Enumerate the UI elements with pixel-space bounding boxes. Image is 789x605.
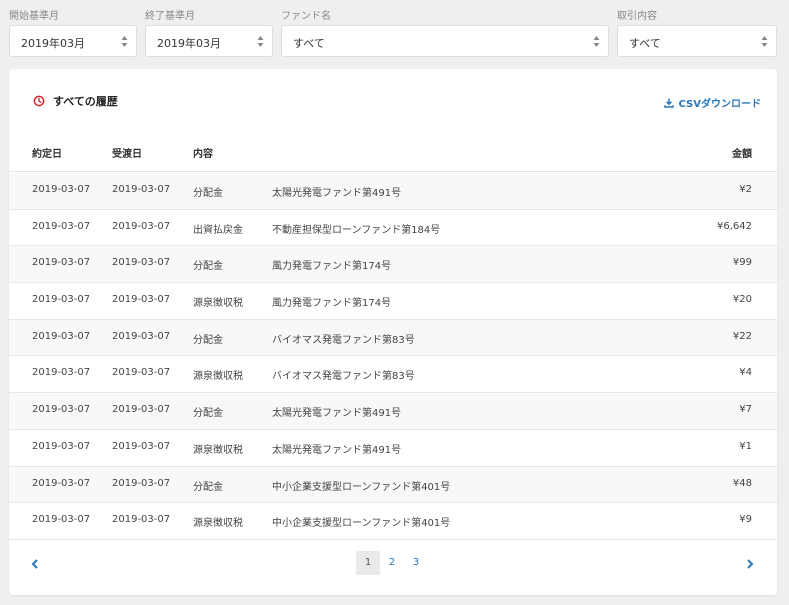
card-title: すべての履歴 <box>53 95 118 108</box>
cell-delivery-date: 2019-03-07 <box>112 257 171 269</box>
end-month-select[interactable]: 2019年03月 <box>145 25 273 57</box>
table-row: 2019-03-07 2019-03-07 源泉徴収税 太陽光発電ファンド第49… <box>9 429 777 467</box>
cell-fund: バイオマス発電ファンド第83号 <box>272 371 415 383</box>
start-month-label: 開始基準月 <box>9 11 59 22</box>
fund-name-select[interactable]: すべて <box>281 25 609 57</box>
cell-type: 源泉徴収税 <box>193 518 243 530</box>
cell-fund: 不動産担保型ローンファンド第184号 <box>272 224 441 236</box>
cell-type: 源泉徴収税 <box>193 371 243 383</box>
cell-type: 分配金 <box>193 261 223 273</box>
chevron-left-icon[interactable] <box>30 558 40 570</box>
table-body: 2019-03-07 2019-03-07 分配金 太陽光発電ファンド第491号… <box>9 173 777 540</box>
cell-fund: 太陽光発電ファンド第491号 <box>272 444 402 456</box>
end-month-value: 2019年03月 <box>157 37 221 50</box>
page-numbers: 1 2 3 <box>356 551 428 575</box>
table-row: 2019-03-07 2019-03-07 源泉徴収税 風力発電ファンド第174… <box>9 283 777 320</box>
header-contract-date: 約定日 <box>32 149 62 160</box>
table-row: 2019-03-07 2019-03-07 分配金 バイオマス発電ファンド第83… <box>9 319 777 357</box>
cell-delivery-date: 2019-03-07 <box>112 184 171 195</box>
cell-delivery-date: 2019-03-07 <box>112 220 171 232</box>
cell-contract-date: 2019-03-07 <box>32 440 91 452</box>
table-row: 2019-03-07 2019-03-07 分配金 太陽光発電ファンド第491号… <box>9 393 777 430</box>
cell-contract-date: 2019-03-07 <box>32 330 91 342</box>
fund-name-value: すべて <box>293 37 325 50</box>
header-amount: 金額 <box>732 149 752 160</box>
sort-arrows-icon <box>257 36 264 47</box>
cell-fund: 風力発電ファンド第174号 <box>272 298 392 310</box>
cell-type: 分配金 <box>193 481 223 493</box>
table-header: 約定日 受渡日 内容 金額 <box>9 135 777 172</box>
header-delivery-date: 受渡日 <box>112 149 142 160</box>
sort-arrows-icon <box>761 36 768 47</box>
cell-contract-date: 2019-03-07 <box>32 477 91 489</box>
cell-contract-date: 2019-03-07 <box>32 257 91 269</box>
cell-type: 源泉徴収税 <box>193 444 243 456</box>
cell-amount: ¥9 <box>739 514 752 526</box>
sort-arrows-icon <box>593 36 600 47</box>
cell-delivery-date: 2019-03-07 <box>112 404 171 416</box>
page-2[interactable]: 2 <box>380 551 404 575</box>
transaction-type-value: すべて <box>629 37 661 50</box>
table-row: 2019-03-07 2019-03-07 出資払戻金 不動産担保型ローンファン… <box>9 209 777 247</box>
clock-icon <box>33 95 45 107</box>
cell-fund: 風力発電ファンド第174号 <box>272 261 392 273</box>
cell-delivery-date: 2019-03-07 <box>112 294 171 306</box>
cell-amount: ¥4 <box>739 367 752 379</box>
cell-delivery-date: 2019-03-07 <box>112 367 171 379</box>
cell-fund: 太陽光発電ファンド第491号 <box>272 188 402 199</box>
cell-contract-date: 2019-03-07 <box>32 514 91 526</box>
page-3[interactable]: 3 <box>404 551 428 575</box>
csv-download-button[interactable]: CSVダウンロード <box>663 95 761 110</box>
cell-fund: 太陽光発電ファンド第491号 <box>272 408 402 420</box>
transaction-type-select[interactable]: すべて <box>617 25 777 57</box>
cell-type: 分配金 <box>193 188 223 199</box>
chevron-right-icon[interactable] <box>745 558 755 570</box>
csv-download-label: CSVダウンロード <box>678 99 761 110</box>
cell-amount: ¥6,642 <box>717 220 752 232</box>
cell-amount: ¥1 <box>739 440 752 452</box>
cell-fund: 中小企業支援型ローンファンド第401号 <box>272 518 451 530</box>
history-card: すべての履歴 CSVダウンロード 約定日 受渡日 内容 金額 2019-03-0… <box>9 69 777 595</box>
cell-fund: バイオマス発電ファンド第83号 <box>272 334 415 346</box>
cell-amount: ¥48 <box>732 477 752 489</box>
cell-delivery-date: 2019-03-07 <box>112 514 171 526</box>
cell-amount: ¥22 <box>732 330 752 342</box>
cell-amount: ¥99 <box>732 257 752 269</box>
cell-amount: ¥2 <box>739 184 752 195</box>
cell-type: 分配金 <box>193 334 223 346</box>
cell-delivery-date: 2019-03-07 <box>112 440 171 452</box>
cell-contract-date: 2019-03-07 <box>32 294 91 306</box>
table-row: 2019-03-07 2019-03-07 分配金 中小企業支援型ローンファンド… <box>9 466 777 504</box>
table-row: 2019-03-07 2019-03-07 源泉徴収税 中小企業支援型ローンファ… <box>9 503 777 540</box>
header-type: 内容 <box>193 149 213 160</box>
end-month-label: 終了基準月 <box>145 11 195 22</box>
cell-contract-date: 2019-03-07 <box>32 404 91 416</box>
cell-delivery-date: 2019-03-07 <box>112 477 171 489</box>
cell-contract-date: 2019-03-07 <box>32 220 91 232</box>
download-icon <box>663 98 674 108</box>
sort-arrows-icon <box>121 36 128 47</box>
table-row: 2019-03-07 2019-03-07 分配金 太陽光発電ファンド第491号… <box>9 173 777 210</box>
cell-fund: 中小企業支援型ローンファンド第401号 <box>272 481 451 493</box>
cell-type: 源泉徴収税 <box>193 298 243 310</box>
cell-delivery-date: 2019-03-07 <box>112 330 171 342</box>
start-month-select[interactable]: 2019年03月 <box>9 25 137 57</box>
cell-type: 出資払戻金 <box>193 224 243 236</box>
table-row: 2019-03-07 2019-03-07 源泉徴収税 バイオマス発電ファンド第… <box>9 356 777 394</box>
transaction-type-label: 取引内容 <box>617 11 657 22</box>
cell-contract-date: 2019-03-07 <box>32 184 91 195</box>
table-row: 2019-03-07 2019-03-07 分配金 風力発電ファンド第174号 … <box>9 246 777 284</box>
cell-contract-date: 2019-03-07 <box>32 367 91 379</box>
page-1[interactable]: 1 <box>356 551 380 575</box>
card-header: すべての履歴 <box>33 94 118 108</box>
start-month-value: 2019年03月 <box>21 37 85 50</box>
fund-name-label: ファンド名 <box>281 11 331 22</box>
cell-amount: ¥7 <box>739 404 752 416</box>
cell-amount: ¥20 <box>732 294 752 306</box>
filter-bar: 開始基準月 2019年03月 終了基準月 2019年03月 ファンド名 すべて … <box>0 0 789 64</box>
pagination: 1 2 3 <box>9 551 777 577</box>
cell-type: 分配金 <box>193 408 223 420</box>
